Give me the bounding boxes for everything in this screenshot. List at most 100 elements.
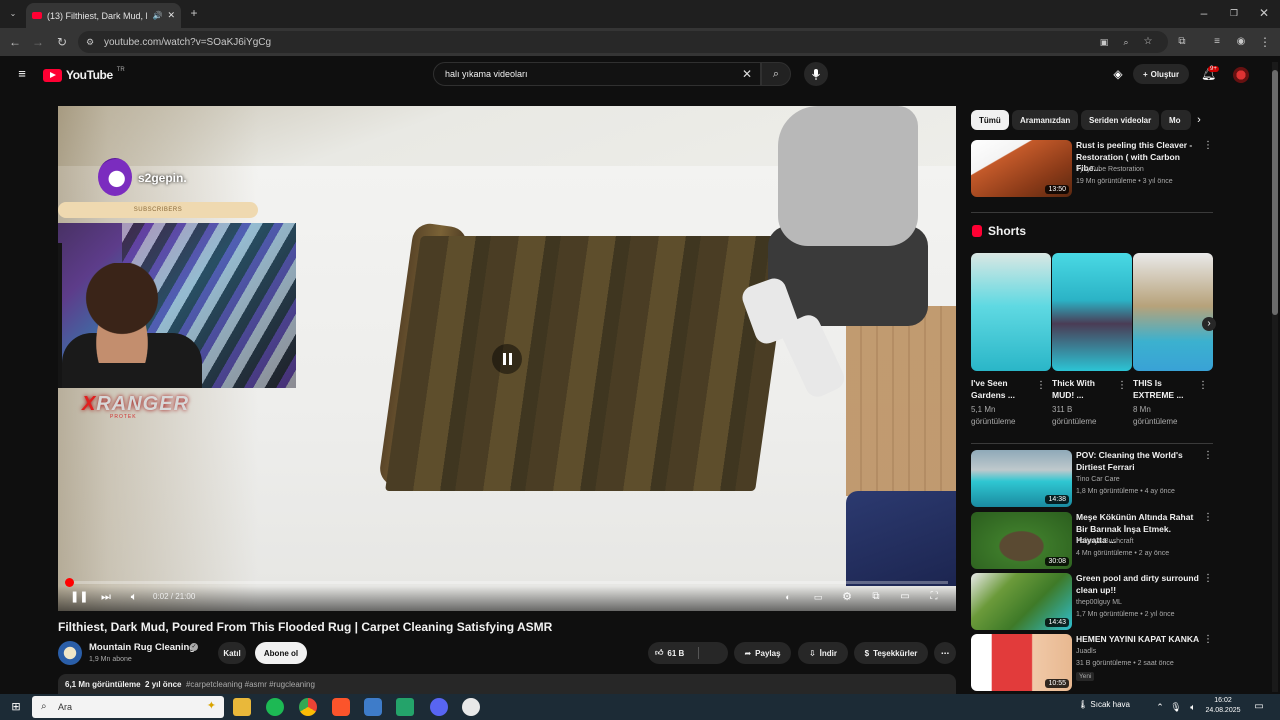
browser-menu-icon[interactable]: ⋮ (1258, 36, 1272, 48)
subscribe-button[interactable]: Abone ol (255, 642, 307, 664)
spotify-icon[interactable] (266, 698, 284, 716)
file-explorer-icon[interactable] (233, 698, 251, 716)
related-video[interactable]: 14:38 POV: Cleaning the World's Dirtiest… (971, 450, 1213, 510)
video-player[interactable]: s2gepin. SUBSCRIBERS XRANGER PROTEK ❚❚ ⏭… (58, 106, 956, 611)
channel-avatar[interactable] (58, 641, 82, 665)
video-channel[interactable]: Polissya Bushcraft (1076, 538, 1134, 545)
related-video[interactable]: 14:43 Green pool and dirty surround clea… (971, 573, 1213, 633)
short-thumbnail[interactable] (1052, 253, 1132, 371)
extensions-icon[interactable]: ⧉ (1175, 36, 1189, 48)
cast-tv-icon[interactable]: ◈ (1111, 68, 1125, 80)
create-button[interactable]: + Oluştur (1133, 64, 1189, 84)
speaker-tray-icon[interactable]: 🔈︎ (1186, 701, 1200, 713)
short-title[interactable]: I've Seen Gardens ... (971, 377, 1033, 401)
weather-widget[interactable]: 🌡︎ Sıcak hava (1078, 700, 1130, 709)
video-channel[interactable]: Tino Car Care (1076, 476, 1120, 483)
app-icon[interactable] (462, 698, 480, 716)
share-button[interactable]: ➦ Paylaş (734, 642, 791, 664)
description-box[interactable]: 6,1 Mn görüntüleme 2 yıl önce #carpetcle… (58, 674, 956, 694)
related-video[interactable]: 13:50 Rust is peeling this Cleaver - Res… (971, 140, 1213, 200)
brave-icon[interactable] (332, 698, 350, 716)
tab-close-icon[interactable]: ✕ (167, 10, 175, 21)
channel-name[interactable]: Mountain Rug Cleaning (89, 642, 195, 653)
related-video[interactable]: 30:08 Meşe Kökünün Altında Rahat Bir Bar… (971, 512, 1213, 572)
minimize-icon[interactable]: – (1197, 7, 1211, 19)
settings-icon[interactable]: ⚙ (839, 590, 855, 604)
voice-search-button[interactable] (804, 62, 828, 86)
search-input[interactable]: halı yıkama videoları ✕ (433, 62, 761, 86)
app-icon[interactable] (364, 698, 382, 716)
more-icon[interactable]: ⋮ (1203, 512, 1213, 523)
chip-from-series[interactable]: Seriden videolar (1081, 110, 1160, 130)
reload-icon[interactable]: ↻ (55, 36, 69, 48)
more-icon[interactable]: ⋮ (1203, 634, 1213, 645)
windows-start-icon[interactable]: ⊞ (9, 701, 23, 713)
site-info-icon[interactable]: ⚙ (83, 36, 97, 48)
profile-icon[interactable]: ◉ (1234, 36, 1248, 48)
forward-icon[interactable]: → (31, 36, 45, 48)
short-thumbnail[interactable] (1133, 253, 1213, 371)
theater-mode-icon[interactable]: ▭ (897, 590, 913, 604)
video-thumbnail[interactable]: 14:38 (971, 450, 1072, 507)
more-icon[interactable]: ⋮ (1203, 573, 1213, 584)
video-thumbnail[interactable]: 13:50 (971, 140, 1072, 197)
mic-tray-icon[interactable]: 🎙︎ (1169, 701, 1183, 713)
address-input[interactable]: ⚙ youtube.com/watch?v=SOaKJ6iYgCg ▣ ⌕ ☆ (78, 31, 1168, 53)
autoplay-toggle-icon[interactable]: ◐ (780, 590, 796, 604)
zoom-icon[interactable]: ⌕ (1119, 36, 1133, 48)
join-button[interactable]: Katıl (218, 642, 246, 664)
more-icon[interactable]: ⋮ (1198, 380, 1208, 391)
search-button[interactable]: ⌕ (761, 62, 791, 86)
chrome-icon[interactable] (299, 698, 317, 716)
notification-center-icon[interactable]: ▭ (1252, 701, 1266, 713)
more-icon[interactable]: ⋮ (1036, 380, 1046, 391)
video-title[interactable]: POV: Cleaning the World's Dirtiest Ferra… (1076, 450, 1201, 473)
more-actions-button[interactable]: ⋯ (934, 642, 956, 664)
short-title[interactable]: Thick With MUD! ... (1052, 377, 1114, 401)
video-channel[interactable]: thep00lguy ML (1076, 599, 1122, 606)
more-icon[interactable]: ⋮ (1203, 140, 1213, 151)
shorts-next-icon[interactable]: › (1202, 317, 1216, 331)
bookmark-star-icon[interactable]: ☆ (1141, 36, 1155, 48)
center-pause-indicator[interactable] (492, 344, 522, 374)
scrollbar-thumb[interactable] (1272, 70, 1278, 315)
new-tab-icon[interactable]: + (187, 7, 201, 19)
short-title[interactable]: THIS Is EXTREME ... (1133, 377, 1195, 401)
video-channel[interactable]: TysyTube Restoration (1076, 166, 1144, 173)
video-thumbnail[interactable]: 30:08 (971, 512, 1072, 569)
related-video[interactable]: 10:55 HEMEN YAYINI KAPAT KANKA Juadls 31… (971, 634, 1213, 694)
back-icon[interactable]: ← (8, 36, 22, 48)
chip-from-search[interactable]: Aramanızdan (1012, 110, 1079, 130)
chip-more[interactable]: Mo (1161, 110, 1191, 130)
video-thumbnail[interactable]: 14:43 (971, 573, 1072, 630)
video-title[interactable]: HEMEN YAYINI KAPAT KANKA (1076, 634, 1201, 646)
avatar[interactable] (1233, 67, 1249, 83)
reading-list-icon[interactable]: ≡ (1210, 36, 1224, 48)
tab-search-icon[interactable]: ⌄ (6, 8, 20, 20)
hashtags[interactable]: #carpetcleaning #asmr #rugcleaning (186, 680, 315, 689)
like-button[interactable]: 👍︎ 61 B (648, 642, 728, 664)
clear-search-icon[interactable]: ✕ (742, 67, 752, 81)
chip-all[interactable]: Tümü (971, 110, 1009, 130)
video-title[interactable]: Green pool and dirty surround clean up!! (1076, 573, 1201, 596)
subtitles-icon[interactable]: ▭ (810, 590, 826, 604)
progress-bar[interactable] (64, 578, 948, 587)
app-icon[interactable] (396, 698, 414, 716)
video-thumbnail[interactable]: 10:55 (971, 634, 1072, 691)
taskbar-clock[interactable]: 16:02 24.08.2025 (1203, 696, 1243, 716)
video-channel[interactable]: Juadls (1076, 648, 1096, 655)
tray-chevron-icon[interactable]: ⌃ (1153, 701, 1167, 713)
taskbar-search-input[interactable]: ⌕ Ara ✦ (32, 696, 224, 718)
discord-icon[interactable] (430, 698, 448, 716)
menu-icon[interactable]: ≡ (15, 67, 29, 80)
progress-scrubber[interactable] (64, 578, 74, 587)
chip-next-icon[interactable]: › (1192, 114, 1206, 126)
play-pause-icon[interactable]: ❚❚ (70, 590, 88, 604)
window-close-icon[interactable]: ✕ (1257, 7, 1271, 19)
short-thumbnail[interactable] (971, 253, 1051, 371)
youtube-logo[interactable]: YouTube TR (43, 67, 125, 82)
next-icon[interactable]: ⏭︎ (98, 590, 114, 604)
volume-icon[interactable]: 🔈︎ (126, 590, 142, 604)
cast-icon[interactable]: ▣ (1097, 36, 1111, 48)
browser-tab[interactable]: (13) Filthiest, Dark Mud, Po 🔊 ✕ (26, 3, 181, 28)
